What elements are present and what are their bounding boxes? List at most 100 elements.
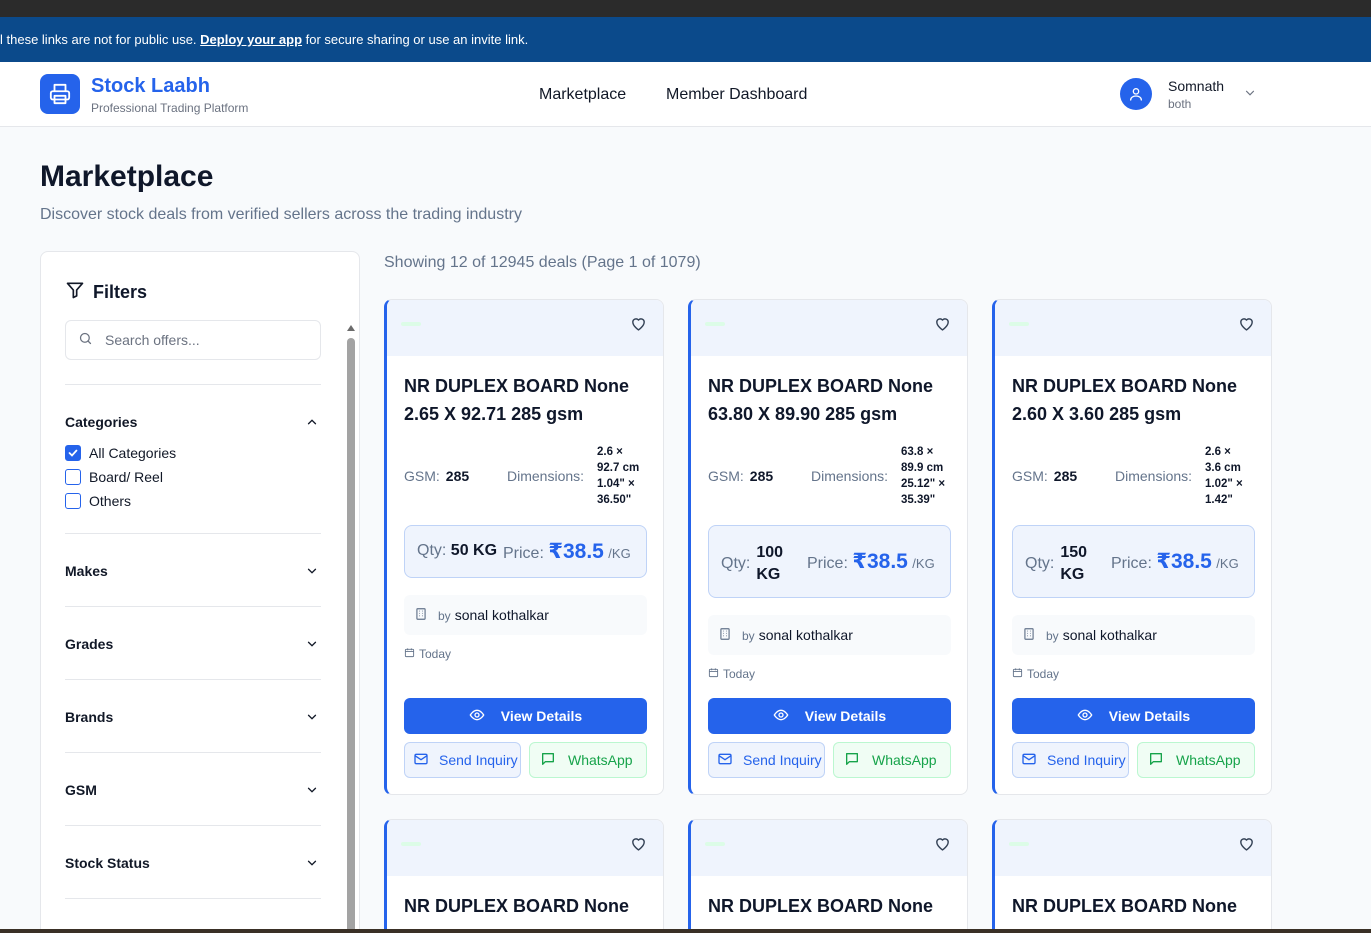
price-label: Price: <box>1111 555 1152 572</box>
whatsapp-button[interactable]: WhatsApp <box>1137 742 1255 778</box>
chevron-down-icon[interactable] <box>1243 86 1257 105</box>
heart-icon[interactable] <box>934 835 951 857</box>
divider <box>65 384 321 385</box>
divider <box>65 606 321 607</box>
qty-value: 50 KG <box>450 542 498 559</box>
filter-section-brands[interactable]: Brands <box>65 709 113 725</box>
category-others[interactable]: Others <box>65 493 131 509</box>
dimension-line: 92.7 cm <box>597 462 640 474</box>
nav-member-dashboard[interactable]: Member Dashboard <box>666 86 807 104</box>
filters-scrollbar[interactable] <box>346 322 356 933</box>
category-board-reel[interactable]: Board/ Reel <box>65 469 163 485</box>
whatsapp-label: WhatsApp <box>568 752 633 768</box>
chevron-down-icon[interactable] <box>305 856 319 875</box>
scroll-up-arrow-icon[interactable] <box>347 325 355 331</box>
search-input[interactable]: Search offers... <box>65 320 321 360</box>
deploy-app-link[interactable]: Deploy your app <box>200 32 302 47</box>
qty-label: Qty: <box>1025 555 1055 572</box>
user-name[interactable]: Somnath <box>1168 78 1224 94</box>
price-label: Price: <box>807 555 848 572</box>
filter-section-makes[interactable]: Makes <box>65 563 108 579</box>
price-value: ₹38.5 <box>548 540 604 563</box>
dimensions-value: 2.6 × 3.6 cm 1.02" × 1.42" <box>1205 444 1265 508</box>
chevron-up-icon[interactable] <box>305 415 319 434</box>
deal-title[interactable]: NR DUPLEX BOARD None <box>404 892 654 920</box>
card-header <box>995 820 1271 876</box>
brand-title[interactable]: Stock Laabh <box>91 75 210 98</box>
view-details-button[interactable]: View Details <box>404 698 647 734</box>
send-inquiry-button[interactable]: Send Inquiry <box>404 742 521 778</box>
view-details-button[interactable]: View Details <box>708 698 951 734</box>
view-details-label: View Details <box>500 708 583 724</box>
heart-icon[interactable] <box>1238 315 1255 337</box>
posted-date: Today <box>404 647 451 661</box>
building-icon <box>1022 627 1036 644</box>
user-avatar-icon[interactable] <box>1120 78 1152 110</box>
status-pill <box>401 842 421 846</box>
deal-title[interactable]: NR DUPLEX BOARD None <box>1012 892 1262 920</box>
send-inquiry-button[interactable]: Send Inquiry <box>708 742 825 778</box>
posted-date: Today <box>708 667 755 681</box>
dimension-line: 25.12" × <box>901 478 946 490</box>
dimension-line: 35.39" <box>901 494 936 506</box>
deal-title[interactable]: NR DUPLEX BOARD None 63.80 X 89.90 285 g… <box>708 372 958 428</box>
qty-label: Qty: <box>417 542 447 559</box>
chevron-down-icon[interactable] <box>305 783 319 802</box>
dimension-line: 1.02" × <box>1205 478 1243 490</box>
send-inquiry-button[interactable]: Send Inquiry <box>1012 742 1129 778</box>
deal-title[interactable]: NR DUPLEX BOARD None 2.65 X 92.71 285 gs… <box>404 372 654 428</box>
message-icon <box>540 751 556 770</box>
heart-icon[interactable] <box>934 315 951 337</box>
eye-icon <box>773 707 789 726</box>
dimension-line: 1.04" × <box>597 478 635 490</box>
price-label: Price: <box>503 545 544 562</box>
filter-section-grades[interactable]: Grades <box>65 636 113 652</box>
seller-name: sonal kothalkar <box>758 627 853 643</box>
printer-logo-icon[interactable] <box>40 74 80 114</box>
send-inquiry-label: Send Inquiry <box>743 752 822 768</box>
deal-title[interactable]: NR DUPLEX BOARD None 2.60 X 3.60 285 gsm <box>1012 372 1262 428</box>
checkbox[interactable] <box>65 469 81 485</box>
heart-icon[interactable] <box>630 315 647 337</box>
filters-heading: Filters <box>65 280 147 305</box>
gsm-value: 285 <box>445 468 470 484</box>
nav-marketplace[interactable]: Marketplace <box>539 86 626 104</box>
whatsapp-button[interactable]: WhatsApp <box>529 742 647 778</box>
chevron-down-icon[interactable] <box>305 710 319 729</box>
filters-title: Filters <box>93 282 148 302</box>
qty-value: 100 KG <box>756 544 784 583</box>
view-details-button[interactable]: View Details <box>1012 698 1255 734</box>
filters-panel: Filters Search offers... Categories All … <box>40 251 360 933</box>
deal-card: NR DUPLEX BOARD None <box>384 819 664 929</box>
filter-section-gsm[interactable]: GSM <box>65 782 97 798</box>
chevron-down-icon[interactable] <box>305 637 319 656</box>
gsm-label: GSM: <box>1012 468 1048 484</box>
price-box: Qty: 150 KG Price: ₹38.5 /KG <box>1012 525 1255 598</box>
divider <box>65 533 321 534</box>
deploy-banner: l these links are not for public use. De… <box>0 17 1371 62</box>
gsm-info: GSM: 285 <box>1012 468 1077 484</box>
price-value: ₹38.5 <box>1156 550 1212 573</box>
gsm-value: 285 <box>1053 468 1078 484</box>
price-unit: /KG <box>912 556 935 571</box>
categories-label[interactable]: Categories <box>65 414 137 430</box>
dimension-line: 2.6 × <box>597 446 623 458</box>
filter-section-stock-status[interactable]: Stock Status <box>65 855 150 871</box>
chevron-down-icon[interactable] <box>305 564 319 583</box>
seller-by: by <box>438 609 451 623</box>
quantity: Qty: 150 KG <box>1025 542 1096 586</box>
checkbox-checked[interactable] <box>65 445 81 461</box>
checkbox[interactable] <box>65 493 81 509</box>
deal-title[interactable]: NR DUPLEX BOARD None <box>708 892 958 920</box>
divider <box>65 679 321 680</box>
mail-icon <box>1021 751 1037 770</box>
heart-icon[interactable] <box>1238 835 1255 857</box>
card-header <box>387 820 663 876</box>
category-all[interactable]: All Categories <box>65 445 176 461</box>
search-icon <box>78 331 93 349</box>
heart-icon[interactable] <box>630 835 647 857</box>
scroll-thumb[interactable] <box>347 338 355 933</box>
price-box: Qty: 100 KG Price: ₹38.5 /KG <box>708 525 951 598</box>
dimensions-label: Dimensions: <box>811 468 889 484</box>
whatsapp-button[interactable]: WhatsApp <box>833 742 951 778</box>
